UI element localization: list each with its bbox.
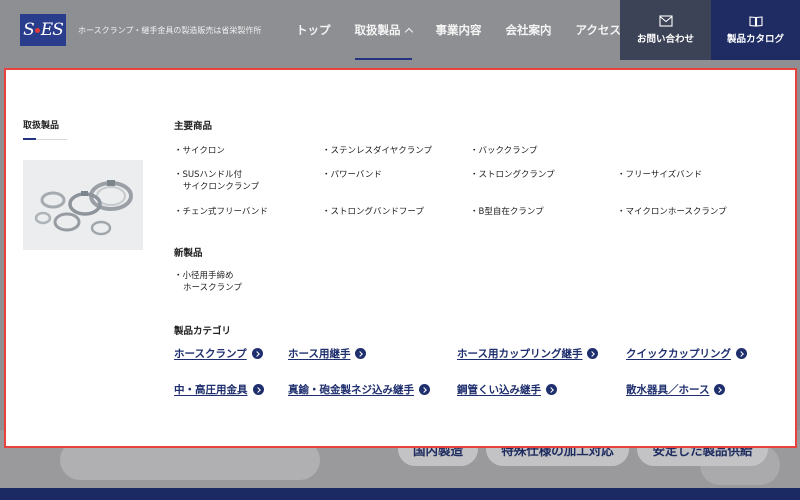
product-label-line1: ・SUSハンドル付	[174, 170, 243, 180]
product-link-strong-band-hoop[interactable]: ・ストロングバンドフープ	[322, 206, 424, 218]
category-link-hose-coupling-fitting[interactable]: ホース用カップリング継手	[457, 346, 599, 361]
product-link-sus-handle-cyclone[interactable]: ・SUSハンドル付 サイクロンクランプ	[174, 169, 259, 193]
bottom-bar	[0, 488, 800, 500]
nav-company[interactable]: 会社案内	[506, 0, 552, 60]
products-photo	[23, 160, 143, 250]
arrow-right-icon	[587, 348, 599, 359]
category-link-hose-clamp[interactable]: ホースクランプ	[174, 346, 263, 361]
product-link-power-band[interactable]: ・パワーバンド	[322, 169, 382, 181]
product-link-micron-hose-clamp[interactable]: ・マイクロンホースクランプ	[617, 206, 727, 218]
arrow-right-icon	[736, 348, 747, 359]
category-link-brass-threaded-fitting[interactable]: 真鍮・砲金製ネジ込み継手	[288, 382, 430, 397]
category-link-quick-coupling[interactable]: クイックカップリング	[626, 346, 747, 361]
arrow-right-icon	[251, 348, 263, 359]
new-products-title: 新製品	[174, 248, 203, 259]
category-link-compression-fitting[interactable]: 鋼管くい込み継手	[457, 382, 557, 397]
nav-top[interactable]: トップ	[296, 0, 331, 60]
site-header: S ES ホースクランプ・継手金具の製造販売は省栄製作所 トップ 取扱製品 事業内…	[0, 0, 800, 60]
section-divider-accent	[23, 138, 36, 140]
catalog-button[interactable]: 製品カタログ	[711, 0, 800, 60]
contact-button[interactable]: お問い合わせ	[620, 0, 711, 60]
arrow-right-icon	[714, 384, 726, 395]
company-logo[interactable]: S ES	[20, 14, 66, 46]
main-products-title: 主要商品	[174, 121, 213, 132]
arrow-right-icon	[546, 384, 557, 395]
nav-products-label: 取扱製品	[354, 23, 401, 37]
category-label: クイックカップリング	[626, 348, 731, 360]
main-nav: トップ 取扱製品 事業内容 会社案内 アクセス	[296, 0, 621, 60]
nav-products[interactable]: 取扱製品	[354, 0, 413, 60]
category-link-medium-high-pressure[interactable]: 中・高圧用金具	[174, 382, 264, 397]
products-mega-menu: 取扱製品 主要商品 ・サイクロン ・ステンレスダイヤクランプ ・バッククランプ …	[4, 68, 797, 448]
chevron-up-icon	[404, 27, 413, 37]
product-link-small-hand-hose-clamp[interactable]: ・小径用手締め ホースクランプ	[174, 270, 242, 294]
product-link-b-type-clamp[interactable]: ・B型自在クランプ	[470, 206, 544, 218]
arrow-right-icon	[355, 348, 367, 359]
site-tagline: ホースクランプ・継手金具の製造販売は省栄製作所	[78, 26, 262, 35]
category-label: ホース用継手	[288, 348, 351, 360]
category-label: 鋼管くい込み継手	[457, 384, 541, 396]
product-link-stainless-diamond-clamp[interactable]: ・ステンレスダイヤクランプ	[322, 145, 432, 157]
catalog-label: 製品カタログ	[726, 34, 784, 45]
product-label-line2: ホースクランプ	[183, 283, 242, 293]
nav-access[interactable]: アクセス	[576, 0, 621, 60]
category-label: 真鍮・砲金製ネジ込み継手	[288, 384, 414, 396]
category-label: 散水器具／ホース	[626, 384, 710, 396]
nav-business[interactable]: 事業内容	[436, 0, 482, 60]
category-label: ホース用カップリング継手	[457, 348, 583, 360]
product-label-line2: サイクロンクランプ	[183, 182, 260, 192]
product-label-line1: ・小径用手締め	[174, 271, 234, 281]
hose-clamps-image	[23, 160, 143, 250]
arrow-right-icon	[419, 384, 430, 395]
categories-title: 製品カテゴリ	[174, 326, 232, 337]
contact-label: お問い合わせ	[636, 34, 694, 45]
product-link-cyclone[interactable]: ・サイクロン	[174, 145, 225, 157]
mega-section-title: 取扱製品	[23, 121, 60, 131]
category-label: ホースクランプ	[174, 348, 247, 360]
product-link-strong-clamp[interactable]: ・ストロングクランプ	[470, 169, 555, 181]
book-icon	[748, 16, 763, 27]
category-link-sprinkler-hose[interactable]: 散水器具／ホース	[626, 382, 726, 397]
category-link-hose-fitting[interactable]: ホース用継手	[288, 346, 367, 361]
mail-icon	[658, 15, 673, 27]
product-link-free-size-band[interactable]: ・フリーサイズバンド	[617, 169, 702, 181]
arrow-right-icon	[252, 384, 264, 395]
product-link-chain-free-band[interactable]: ・チェン式フリーバンド	[174, 206, 268, 218]
product-link-back-clamp[interactable]: ・バッククランプ	[470, 145, 537, 157]
category-label: 中・高圧用金具	[174, 384, 248, 396]
